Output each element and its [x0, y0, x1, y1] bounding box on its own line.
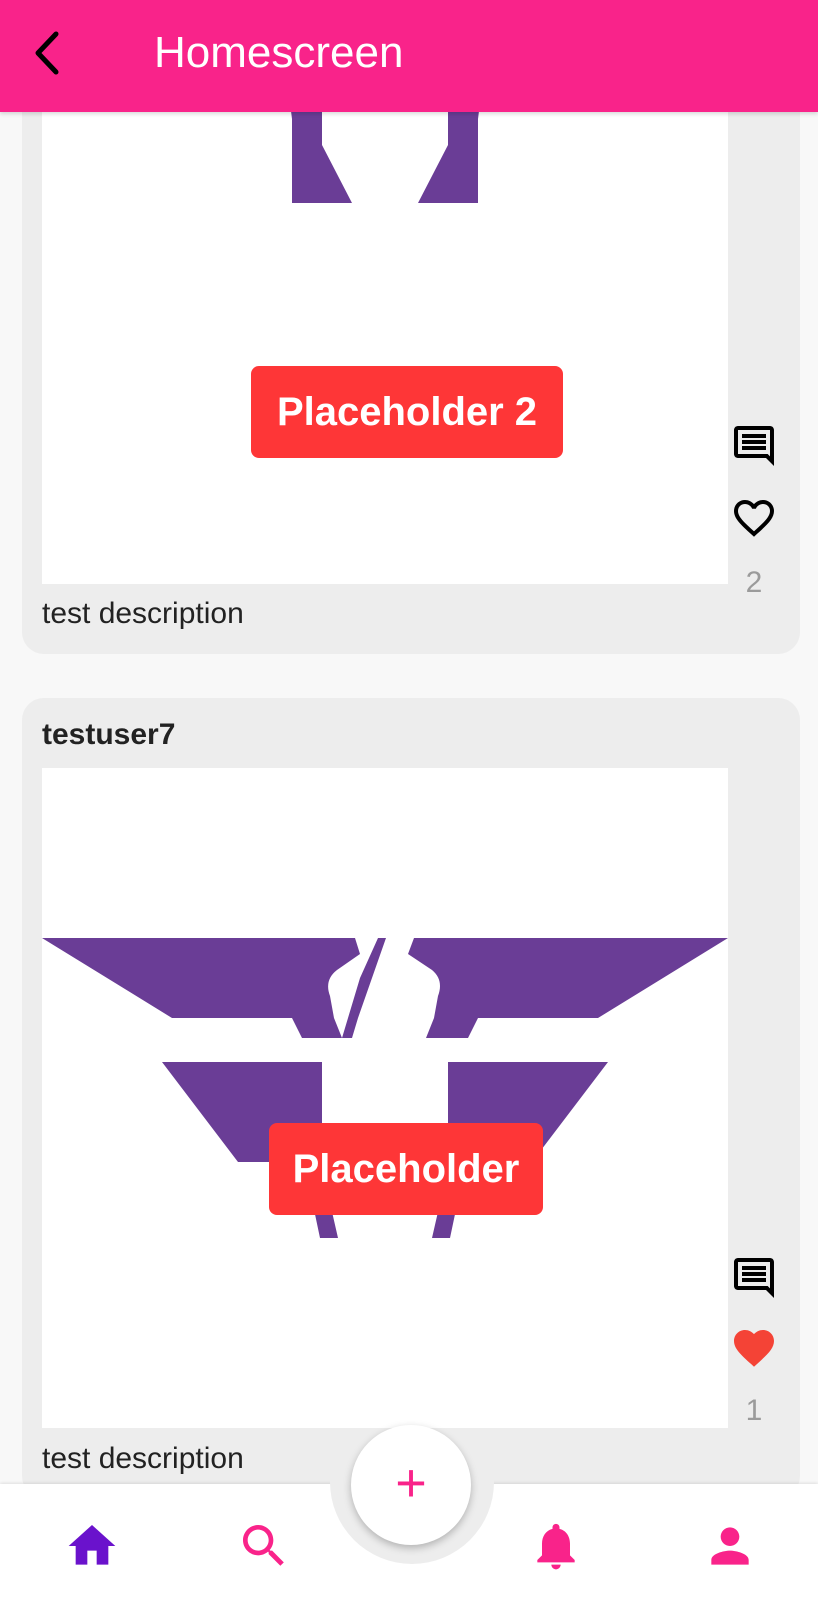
home-icon[interactable] — [64, 1518, 120, 1574]
heart-outline-icon[interactable] — [730, 494, 778, 542]
like-count: 2 — [745, 566, 763, 599]
search-icon[interactable] — [236, 1518, 292, 1574]
page-title: Homescreen — [154, 28, 404, 77]
comment-icon[interactable] — [730, 1254, 778, 1302]
bell-icon[interactable] — [528, 1518, 584, 1574]
post-card: testuser7 Placeholder test description 1 — [22, 698, 800, 1498]
app-bar: Homescreen — [0, 0, 818, 112]
post-username[interactable]: testuser7 — [42, 718, 175, 752]
post-image[interactable]: Placeholder — [42, 768, 728, 1428]
image-label-badge: Placeholder — [269, 1123, 543, 1215]
comment-icon[interactable] — [730, 422, 778, 470]
add-post-button[interactable]: + — [351, 1425, 471, 1545]
person-icon[interactable] — [702, 1518, 758, 1574]
back-arrow-icon — [35, 31, 59, 75]
post-description: test description — [42, 597, 244, 630]
heart-filled-icon[interactable] — [730, 1324, 778, 1372]
like-count: 1 — [745, 1394, 763, 1427]
image-label-badge: Placeholder 2 — [251, 366, 563, 458]
back-button[interactable] — [22, 22, 82, 86]
post-description: test description — [42, 1442, 244, 1475]
